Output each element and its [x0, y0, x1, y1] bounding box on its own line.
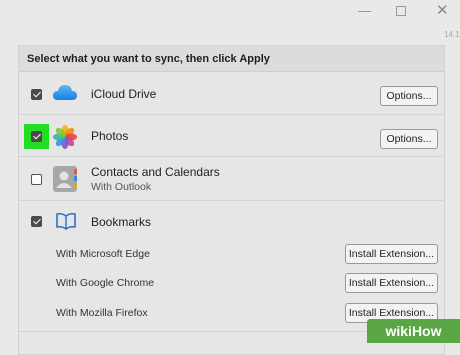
icloud-drive-checkbox[interactable]: [31, 89, 42, 100]
icloud-drive-label: iCloud Drive: [91, 87, 157, 101]
title-bar: — ✕: [0, 0, 460, 24]
photos-checkbox[interactable]: [31, 131, 42, 142]
photos-icon: [53, 125, 77, 149]
divider: [19, 200, 444, 201]
browser-chrome-label: With Google Chrome: [56, 277, 155, 289]
contacts-calendars-label: Contacts and Calendars: [91, 165, 220, 179]
bookmarks-checkbox[interactable]: [31, 216, 42, 227]
browser-firefox-label: With Mozilla Firefox: [56, 307, 148, 319]
icloud-drive-options-button[interactable]: Options...: [380, 86, 438, 106]
bookmarks-label: Bookmarks: [91, 215, 152, 229]
version-text: 14.1: [444, 30, 460, 39]
sync-panel: Select what you want to sync, then click…: [18, 45, 445, 355]
divider: [19, 114, 444, 115]
book-icon: [56, 212, 76, 230]
minimize-button[interactable]: —: [358, 3, 371, 19]
maximize-button[interactable]: [396, 6, 406, 16]
wikihow-watermark: wikiHow: [367, 319, 460, 343]
contacts-icon: [53, 166, 77, 192]
photos-options-button[interactable]: Options...: [380, 129, 438, 149]
divider: [19, 156, 444, 157]
close-button[interactable]: ✕: [436, 3, 449, 19]
chrome-install-extension-button[interactable]: Install Extension...: [345, 273, 438, 293]
panel-header: Select what you want to sync, then click…: [19, 46, 444, 72]
photos-label: Photos: [91, 129, 129, 143]
contacts-calendars-sublabel: With Outlook: [91, 181, 152, 193]
edge-install-extension-button[interactable]: Install Extension...: [345, 244, 438, 264]
browser-edge-label: With Microsoft Edge: [56, 248, 150, 260]
contacts-calendars-checkbox[interactable]: [31, 174, 42, 185]
cloud-icon: [53, 85, 77, 100]
